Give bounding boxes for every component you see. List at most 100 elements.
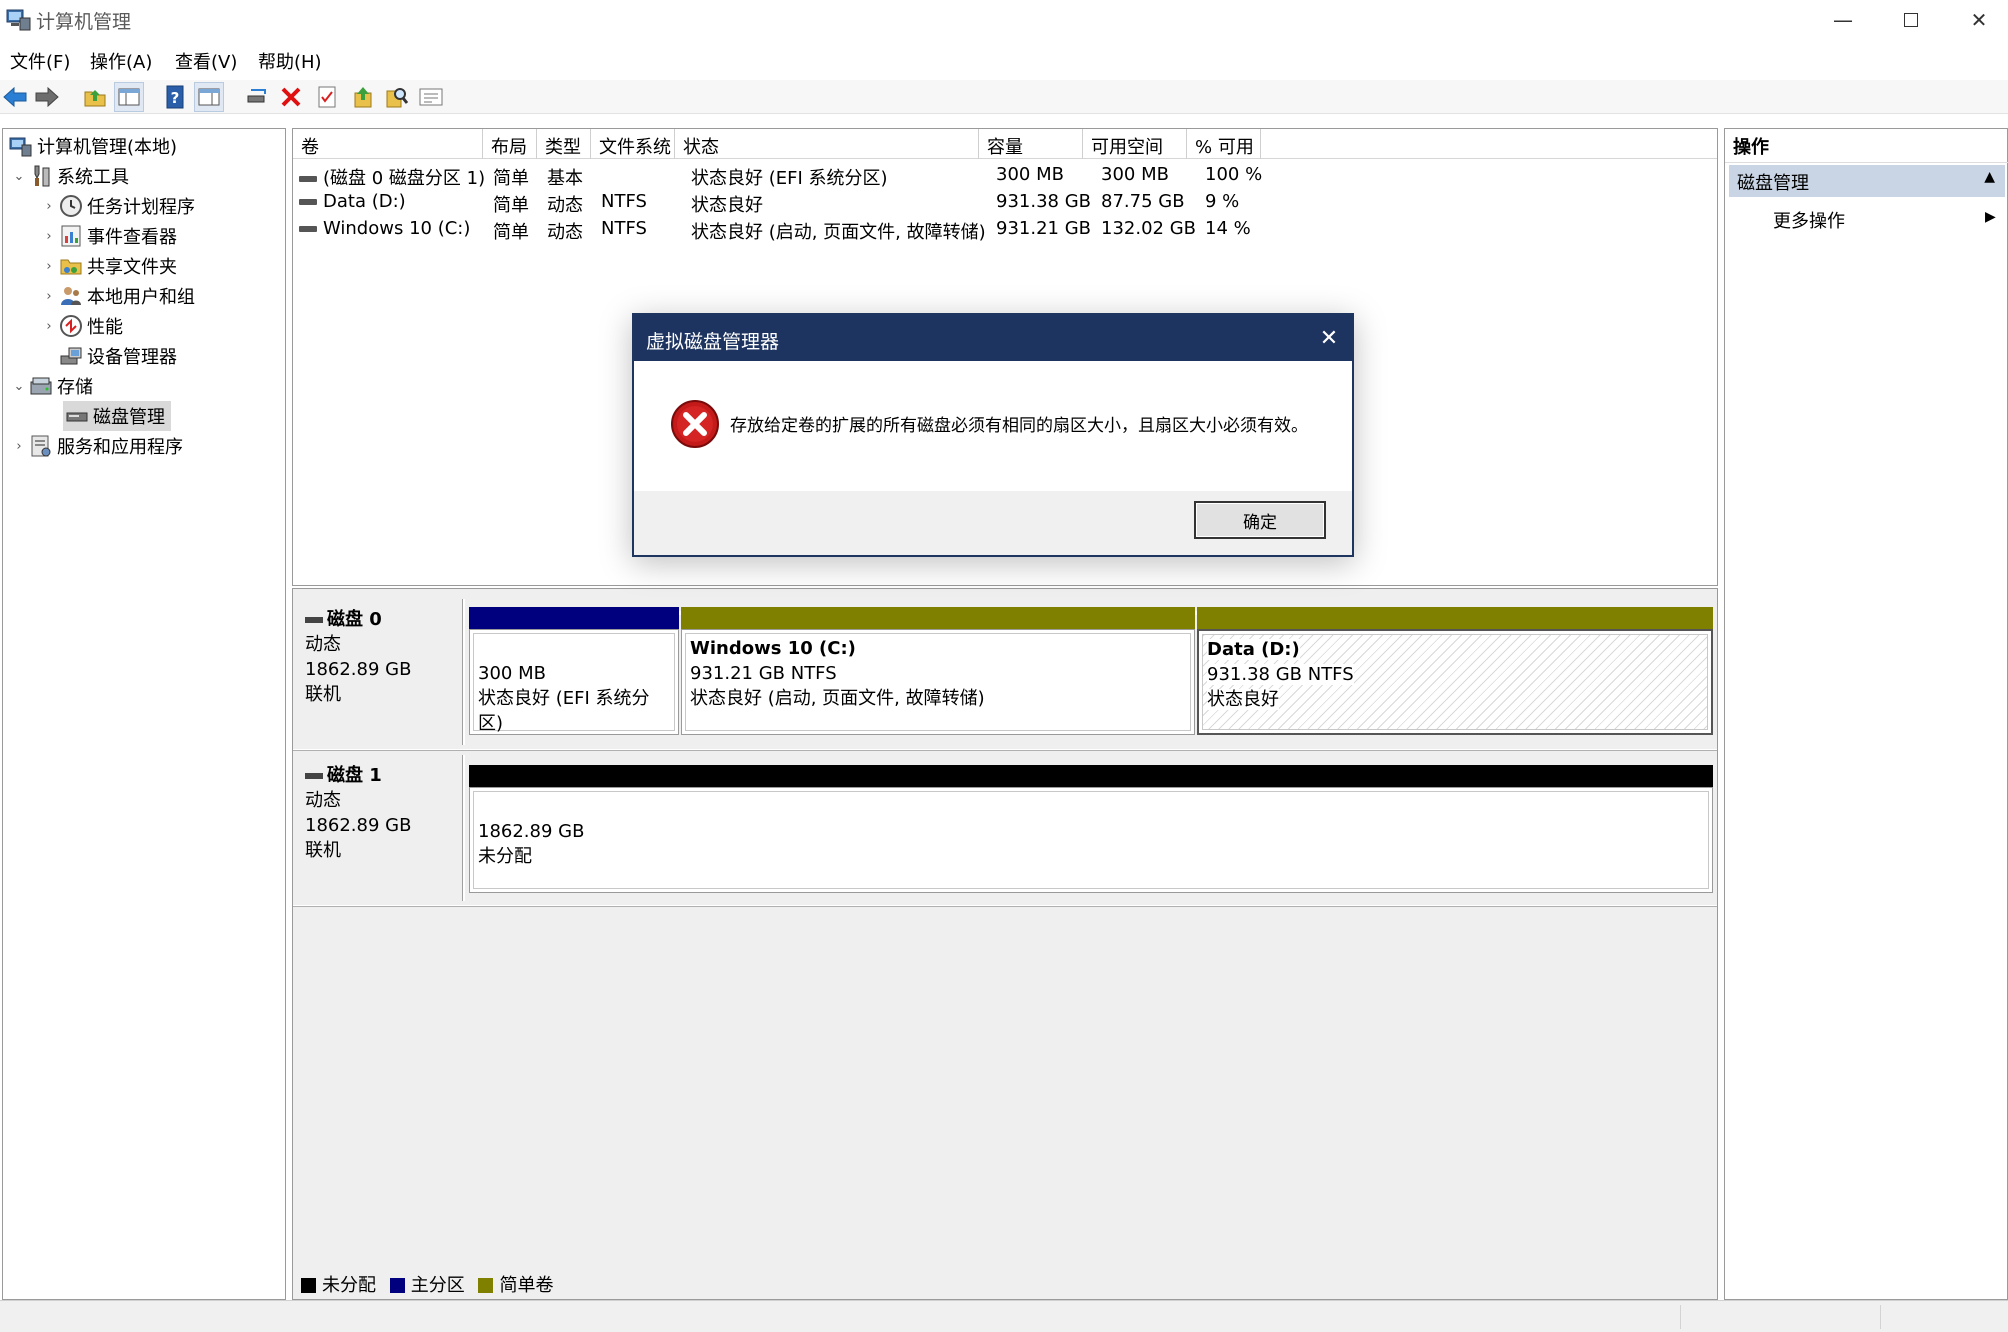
tree-label: 磁盘管理	[93, 407, 165, 428]
expanded-chevron-icon[interactable]: ⌄	[11, 169, 27, 184]
title-bar: 计算机管理 — ✕	[0, 0, 2008, 40]
column-header-status[interactable]: 状态	[675, 129, 979, 159]
disk-management-icon	[66, 412, 88, 422]
expanded-chevron-icon[interactable]: ⌄	[11, 379, 27, 394]
legend-swatch	[301, 1278, 316, 1293]
collapsed-chevron-icon[interactable]: ›	[41, 289, 57, 304]
unallocated-status: 未分配	[478, 846, 532, 867]
disk-divider	[293, 905, 1717, 907]
tree-item-event-viewer[interactable]: › 事件查看器	[41, 221, 177, 251]
volume-icon	[299, 226, 317, 232]
dialog-title-bar: 虚拟磁盘管理器 ✕	[634, 315, 1352, 361]
export-button[interactable]	[348, 82, 378, 112]
column-header-layout[interactable]: 布局	[483, 129, 537, 159]
tree-item-storage[interactable]: ⌄ 存储	[11, 371, 93, 401]
more-actions[interactable]: 更多操作	[1773, 207, 1845, 233]
cell-capacity: 300 MB	[996, 164, 1064, 185]
partition-efi[interactable]: 300 MB 状态良好 (EFI 系统分区)	[469, 629, 679, 735]
partition-d[interactable]: Data (D:) 931.38 GB NTFS 状态良好	[1197, 629, 1713, 735]
column-header-filesystem[interactable]: 文件系统	[591, 129, 675, 159]
menu-view[interactable]: 查看(V)	[175, 48, 237, 74]
menu-help[interactable]: 帮助(H)	[258, 48, 322, 74]
actions-section-disk-management[interactable]: 磁盘管理 ▲	[1729, 165, 2005, 197]
disk-0-size: 1862.89 GB	[305, 659, 412, 680]
partition-c[interactable]: Windows 10 (C:) 931.21 GB NTFS 状态良好 (启动,…	[681, 629, 1195, 735]
delete-button[interactable]	[276, 82, 306, 112]
disk-0-name: 磁盘 0	[305, 607, 451, 632]
tree-item-disk-management[interactable]: 磁盘管理	[63, 401, 171, 431]
tree-item-system-tools[interactable]: ⌄ 系统工具	[11, 161, 129, 191]
back-button[interactable]	[0, 82, 30, 112]
up-folder-button[interactable]	[80, 82, 110, 112]
tree-label: 设备管理器	[87, 347, 177, 368]
maximize-button[interactable]	[1878, 0, 1944, 40]
disk-0-status: 联机	[305, 684, 341, 705]
partition-c-bar	[681, 607, 1195, 629]
properties-button[interactable]	[312, 82, 342, 112]
disk-1-status: 联机	[305, 840, 341, 861]
column-header-capacity[interactable]: 容量	[979, 129, 1083, 159]
console-view-button[interactable]	[194, 82, 224, 112]
connect-button[interactable]	[242, 82, 272, 112]
tree-item-computer-management[interactable]: 计算机管理(本地)	[7, 131, 177, 161]
dialog-close-button[interactable]: ✕	[1316, 325, 1342, 351]
column-header-volume[interactable]: 卷	[293, 129, 483, 159]
minimize-button[interactable]: —	[1810, 0, 1876, 40]
partition-status: 状态良好 (EFI 系统分区)	[478, 688, 650, 734]
tree-label: 性能	[87, 317, 123, 338]
legend-swatch	[389, 1278, 405, 1293]
column-header-percent-free[interactable]: % 可用	[1187, 129, 1261, 159]
partition-status: 状态良好	[1207, 689, 1279, 710]
partition-name: Data (D:)	[1207, 639, 1300, 660]
storage-icon	[30, 377, 52, 395]
maximize-icon	[1904, 13, 1918, 27]
tree-item-shared-folders[interactable]: › 共享文件夹	[41, 251, 177, 281]
delete-icon	[281, 87, 301, 107]
back-icon	[3, 86, 27, 108]
collapsed-chevron-icon[interactable]: ›	[41, 229, 57, 244]
disk-0-info[interactable]: 磁盘 0 动态 1862.89 GB 联机	[293, 599, 465, 745]
column-header-free-space[interactable]: 可用空间	[1083, 129, 1187, 159]
unallocated-space[interactable]: 1862.89 GB 未分配	[469, 787, 1713, 893]
help-button[interactable]: ?	[160, 82, 190, 112]
cell-volume: Windows 10 (C:)	[299, 218, 470, 245]
dialog-title: 虚拟磁盘管理器	[646, 331, 780, 353]
tree-label: 本地用户和组	[87, 287, 195, 308]
close-button[interactable]: ✕	[1946, 0, 2008, 40]
cell-percent-free: 100 %	[1205, 164, 1263, 185]
disk-1-type: 动态	[305, 790, 341, 811]
tree-item-task-scheduler[interactable]: › 任务计划程序	[41, 191, 195, 221]
show-hide-tree-button[interactable]	[114, 82, 144, 112]
cell-type: 动态	[547, 222, 583, 243]
status-bar	[0, 1300, 2008, 1332]
cell-free-space: 87.75 GB	[1101, 191, 1185, 212]
close-icon: ✕	[1319, 325, 1339, 351]
tree-item-local-users[interactable]: › 本地用户和组	[41, 281, 195, 311]
menu-action[interactable]: 操作(A)	[90, 48, 152, 74]
minimize-icon: —	[1833, 8, 1853, 32]
svg-text:?: ?	[171, 89, 180, 107]
collapsed-chevron-icon[interactable]: ›	[11, 439, 27, 454]
partition-efi-bar	[469, 607, 679, 629]
tree-item-device-manager[interactable]: 设备管理器	[41, 341, 177, 371]
collapsed-chevron-icon[interactable]: ›	[41, 259, 57, 274]
tree-item-performance[interactable]: › 性能	[41, 311, 123, 341]
forward-button[interactable]	[32, 82, 62, 112]
tree-item-services-apps[interactable]: › 服务和应用程序	[11, 431, 183, 461]
collapse-arrow-icon[interactable]: ▲	[1984, 169, 1995, 185]
disk-1-info[interactable]: 磁盘 1 动态 1862.89 GB 联机	[293, 755, 465, 901]
cell-type: 基本	[547, 168, 583, 189]
search-button[interactable]	[382, 82, 412, 112]
partition-size: 931.21 GB NTFS	[690, 663, 837, 684]
computer-management-icon	[6, 9, 31, 31]
column-header-type[interactable]: 类型	[537, 129, 591, 159]
menu-file[interactable]: 文件(F)	[10, 48, 70, 74]
collapsed-chevron-icon[interactable]: ›	[41, 319, 57, 334]
list-view-button[interactable]	[416, 82, 446, 112]
navigation-tree: 计算机管理(本地) ⌄ 系统工具 › 任务计划程序 › 事件查看器 › 共享文件…	[2, 128, 286, 1300]
tree-label: 计算机管理(本地)	[37, 137, 178, 158]
collapsed-chevron-icon[interactable]: ›	[41, 199, 57, 214]
cell-filesystem: NTFS	[601, 191, 647, 212]
partition-d-bar	[1197, 607, 1713, 629]
ok-button[interactable]: 确定	[1194, 501, 1326, 539]
